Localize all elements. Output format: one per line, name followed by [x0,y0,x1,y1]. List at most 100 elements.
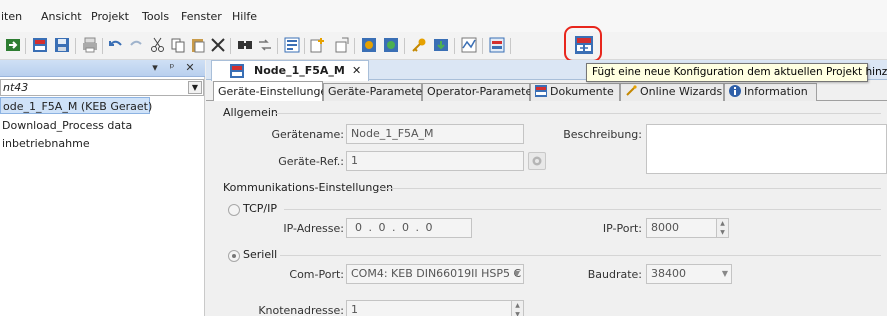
save-icon[interactable] [53,36,71,54]
com-port-value: COM4: KEB DIN66019II HSP5 C [351,267,522,280]
menu-bar: iten Ansicht Projekt Tools Fenster Hilfe [0,0,887,32]
beschreibung-field[interactable] [646,124,887,174]
import-icon[interactable] [4,36,22,54]
project-combo[interactable]: nt43 ▼ [0,79,204,96]
section-title-allgemein: Allgemein [223,106,278,119]
seriell-radio[interactable] [228,250,240,262]
baudrate-label: Baudrate: [587,268,642,281]
scope-icon[interactable] [460,36,478,54]
key-icon[interactable] [410,36,428,54]
tab-online-wizards[interactable]: Online Wizards [620,83,724,101]
gear-icon[interactable] [528,152,546,170]
toolbar-separator [304,38,305,54]
ip-port-label: IP-Port: [602,222,642,235]
com-port-label: Com-Port: [289,268,344,281]
baudrate-select[interactable]: 38400 ▼ [646,264,732,284]
highlight-ring [564,26,602,62]
menu-item-hilfe[interactable]: Hilfe [232,9,257,25]
new-item-icon[interactable] [309,36,327,54]
redo-icon[interactable] [127,36,145,54]
ip-adresse-field[interactable]: 0 . 0 . 0 . 0 [346,218,472,238]
paste-icon[interactable] [189,36,207,54]
tab-geraete-einstellungen[interactable]: Geräte-Einstellungen [213,81,334,102]
toolbar-separator [277,38,278,54]
print-icon[interactable] [81,36,99,54]
scan-icon[interactable] [382,36,400,54]
tcpip-label: TCP/IP [243,202,277,215]
project-combo-value: nt43 [3,81,29,94]
tab-label: Dokumente [550,85,614,98]
geraetename-field[interactable]: Node_1_F5A_M [346,124,524,144]
seriell-label: Seriell [243,248,278,261]
panel-header: ▾ ᵖ ✕ [0,60,205,77]
property-tab-strip: Geräte-Einstellungen Geräte-Parameter Op… [206,81,887,102]
settings-content: Allgemein Gerätename: Node_1_F5A_M Besch… [206,101,887,316]
ip-port-value: 8000 [651,221,679,234]
divider [276,113,881,114]
chevron-down-icon: ▼ [721,269,728,278]
geraetename-label: Gerätename: [271,128,344,141]
toolbar-separator [230,38,231,54]
tab-dokumente[interactable]: Dokumente [530,83,620,101]
find-icon[interactable] [236,36,254,54]
divider [378,188,881,189]
tab-label: Online Wizards [640,85,723,98]
tab-operator-parameter[interactable]: Operator-Parameter [422,83,537,101]
knotenadresse-stepper[interactable]: 1 ▲ ▼ [346,300,524,316]
tab-label: Geräte-Parameter [328,85,427,98]
toolbar-separator [25,38,26,54]
toolbar-separator [354,38,355,54]
tree-item-download-process-data[interactable]: Download_Process data [0,117,132,134]
panel-menu-icon[interactable]: ▾ [149,61,161,75]
baudrate-value: 38400 [651,267,686,280]
pin-icon[interactable]: ᵖ [166,61,178,75]
copy-icon[interactable] [169,36,187,54]
properties-icon[interactable] [283,36,301,54]
replace-icon[interactable] [256,36,274,54]
tab-geraete-parameter[interactable]: Geräte-Parameter [323,83,427,101]
network-icon[interactable] [360,36,378,54]
toolbar-separator [75,38,76,54]
com-port-select[interactable]: COM4: KEB DIN66019II HSP5 C ▼ [346,264,524,284]
ip-port-stepper[interactable]: 8000 ▲ ▼ [646,218,729,238]
cut-icon[interactable] [149,36,167,54]
beschreibung-label: Beschreibung: [563,128,642,141]
tab-information[interactable]: Information [724,83,817,101]
menu-item-fenster[interactable]: Fenster [181,9,222,25]
tree-item-inbetriebnahme[interactable]: inbetriebnahme [0,135,90,152]
tooltip: Fügt eine neue Konfiguration dem aktuell… [586,63,887,82]
project-explorer-panel: ▾ ᵖ ✕ nt43 ▼ ode_1_F5A_M (KEB Geraet) Do… [0,60,205,316]
document-tab-label: Node_1_F5A_M [254,64,345,77]
document-tab[interactable]: Node_1_F5A_M ✕ [211,60,369,81]
spinner-arrows-icon[interactable]: ▲ ▼ [716,219,728,237]
spinner-arrows-icon[interactable]: ▲ ▼ [511,301,523,316]
close-icon[interactable]: ✕ [184,61,196,75]
menu-item-ansicht[interactable]: Ansicht [41,9,82,25]
ip-adresse-label: IP-Adresse: [283,222,344,235]
close-tab-icon[interactable]: ✕ [352,64,361,77]
undo-icon[interactable] [107,36,125,54]
chevron-down-icon: ▼ [513,269,520,278]
menu-item-bearbeiten[interactable]: iten [1,9,22,25]
toolbar [0,26,887,62]
chevron-down-icon[interactable]: ▼ [188,81,202,94]
device-icon[interactable] [488,36,506,54]
download-icon[interactable] [432,36,450,54]
tab-label: Information [744,85,808,98]
geraete-ref-field[interactable]: 1 [346,151,524,171]
menu-item-tools[interactable]: Tools [142,9,169,25]
menu-item-projekt[interactable]: Projekt [91,9,129,25]
toolbar-separator [454,38,455,54]
delete-icon[interactable] [209,36,227,54]
divider [284,209,881,210]
open-icon[interactable] [333,36,351,54]
keb-device-icon [230,64,244,78]
toolbar-separator [404,38,405,54]
wand-icon [626,85,637,96]
tab-label: Geräte-Einstellungen [218,85,335,98]
tree-item-node[interactable]: ode_1_F5A_M (KEB Geraet) [0,97,152,114]
tcpip-radio[interactable] [228,204,240,216]
keb-project-icon[interactable] [31,36,49,54]
info-icon [729,85,741,97]
geraete-ref-label: Geräte-Ref.: [278,155,344,168]
